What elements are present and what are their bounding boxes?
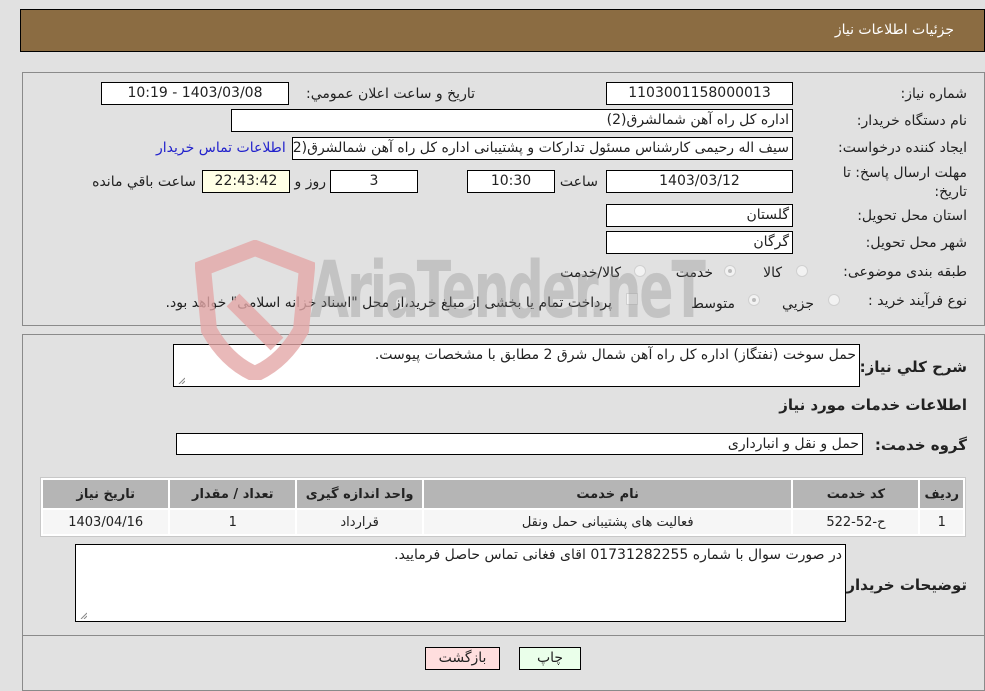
col-row-number: ردیف: [920, 480, 963, 508]
category-option-service: خدمت: [675, 265, 713, 281]
table-row: 1 ح-52-522 فعالیت های پشتیبانی حمل ونقل …: [43, 510, 963, 534]
buyer-org-field: اداره کل راه آهن شمالشرق(2): [231, 109, 793, 132]
province-field: گلستان: [606, 204, 793, 227]
days-label: روز و: [294, 174, 327, 190]
description-label: شرح کلي نیاز:: [859, 358, 967, 376]
col-unit: واحد اندازه گیری: [297, 480, 423, 508]
announce-datetime-field: 1403/03/08 - 10:19: [101, 82, 289, 105]
services-table-header: ردیف کد خدمت نام خدمت واحد اندازه گیری ت…: [43, 480, 963, 508]
description-textarea[interactable]: حمل سوخت (نفتگاز) اداره کل راه آهن شمال …: [173, 344, 860, 387]
deadline-time-label: ساعت: [559, 174, 598, 190]
service-group-field: حمل و نقل و انبارداری: [176, 433, 863, 455]
cell-need-date: 1403/04/16: [43, 510, 169, 534]
description-text: حمل سوخت (نفتگاز) اداره کل راه آهن شمال …: [374, 347, 856, 363]
remaining-time-field: 22:43:42: [202, 170, 290, 193]
category-radio-goods[interactable]: [796, 265, 808, 277]
creator-field: سیف اله رحیمی کارشناس مسئول تدارکات و پش…: [292, 137, 793, 160]
col-quantity: تعداد / مقدار: [170, 480, 296, 508]
remaining-days-field: 3: [330, 170, 418, 193]
page-title: جزئیات اطلاعات نیاز: [834, 22, 954, 38]
cell-service-name: فعالیت های پشتیبانی حمل ونقل: [424, 510, 792, 534]
city-field: گرگان: [606, 231, 793, 254]
category-radio-goods-service[interactable]: [634, 265, 646, 277]
buyer-notes-text: در صورت سوال با شماره 01731282255 اقای ف…: [394, 547, 842, 563]
treasury-checkbox[interactable]: [626, 293, 638, 305]
process-option-minor: جزيي: [782, 296, 814, 312]
remaining-time-label: ساعت باقي مانده: [92, 174, 196, 190]
process-radio-medium[interactable]: [748, 294, 760, 306]
buyer-contact-link[interactable]: اطلاعات تماس خریدار: [156, 140, 286, 156]
buyer-org-label: نام دستگاه خریدار:: [856, 113, 967, 129]
category-option-goods: کالا: [763, 265, 782, 281]
announce-label: تاریخ و ساعت اعلان عمومي:: [306, 86, 475, 102]
treasury-note: پرداخت تمام یا بخشی از مبلغ خرید،از محل …: [165, 295, 612, 311]
deadline-date-field: 1403/03/12: [606, 170, 793, 193]
service-group-label: گروه خدمت:: [874, 436, 967, 454]
col-service-name: نام خدمت: [424, 480, 792, 508]
cell-unit: قرارداد: [297, 510, 423, 534]
col-need-date: تاریخ نیاز: [43, 480, 169, 508]
cell-row-number: 1: [920, 510, 963, 534]
page-header: جزئیات اطلاعات نیاز: [20, 9, 985, 52]
services-table: ردیف کد خدمت نام خدمت واحد اندازه گیری ت…: [40, 477, 966, 537]
need-number-label: شماره نیاز:: [900, 86, 968, 102]
back-button[interactable]: بازگشت: [425, 647, 500, 670]
deadline-time-field: 10:30: [467, 170, 555, 193]
need-number-field: 1103001158000013: [606, 82, 793, 105]
deadline-label: مهلت ارسال پاسخ: تا تاریخ:: [842, 165, 967, 200]
resize-grip-icon[interactable]: [79, 611, 87, 619]
creator-label: ایجاد کننده درخواست:: [838, 140, 967, 156]
buyer-notes-textarea[interactable]: در صورت سوال با شماره 01731282255 اقای ف…: [75, 544, 846, 622]
city-label: شهر محل تحویل:: [865, 235, 967, 251]
category-label: طبقه بندی موضوعی:: [843, 264, 967, 280]
process-option-medium: متوسط: [691, 296, 735, 312]
col-service-code: کد خدمت: [793, 480, 919, 508]
category-radio-service[interactable]: [724, 265, 736, 277]
cell-service-code: ح-52-522: [793, 510, 919, 534]
print-button[interactable]: چاپ: [519, 647, 581, 670]
province-label: استان محل تحویل:: [857, 208, 967, 224]
resize-grip-icon[interactable]: [177, 376, 185, 384]
cell-quantity: 1: [170, 510, 296, 534]
footer-divider: [22, 635, 985, 636]
services-section-title: اطلاعات خدمات مورد نیاز: [779, 396, 967, 414]
process-type-label: نوع فرآیند خرید :: [868, 293, 967, 309]
process-radio-minor[interactable]: [828, 294, 840, 306]
category-option-goods-service: کالا/خدمت: [560, 265, 621, 281]
buyer-notes-label: توضیحات خریدار:: [840, 576, 967, 594]
